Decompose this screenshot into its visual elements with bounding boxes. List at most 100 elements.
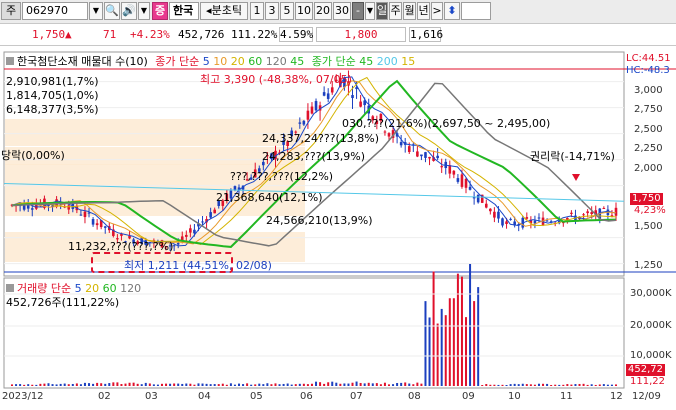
volume-bar xyxy=(246,383,249,386)
volume-bar xyxy=(387,384,390,386)
unit-day-button[interactable]: 일 xyxy=(376,2,388,20)
volume-bar xyxy=(351,382,354,386)
intraday-mode-button[interactable]: ◂분초틱 xyxy=(200,2,248,20)
volume-bar xyxy=(505,385,508,386)
scroll-updown-icon[interactable]: ⬍ xyxy=(444,2,460,20)
period-30-button[interactable]: 30 xyxy=(333,2,351,20)
unit-year-button[interactable]: 년 xyxy=(417,2,430,20)
volume-bar xyxy=(144,382,147,386)
candle-body xyxy=(505,221,508,224)
volume-profile-7: 21,368,640(12,1%) xyxy=(216,191,323,204)
volume-bar xyxy=(436,323,439,386)
volume-bar xyxy=(108,383,111,386)
unit-month-button[interactable]: 월 xyxy=(403,2,416,20)
volume-bar xyxy=(43,383,46,386)
candle-body xyxy=(314,101,318,111)
legend-title: 한국첨단소재 매물대 수(10) xyxy=(17,55,148,68)
period-3-button[interactable]: 3 xyxy=(265,2,279,20)
rights-label: 권리락(-14,71%) xyxy=(530,150,615,163)
period-20-button[interactable]: 20 xyxy=(314,2,332,20)
volume-bar xyxy=(189,383,192,386)
price-tick: 2,500 xyxy=(634,124,663,135)
volume-bar xyxy=(359,382,362,386)
volume-bar xyxy=(310,383,313,386)
volume-bar xyxy=(11,384,13,386)
volume-bar xyxy=(533,384,536,386)
volume-bar xyxy=(205,383,208,386)
volume-bar xyxy=(610,384,613,386)
unit-week-button[interactable]: 주 xyxy=(389,2,402,20)
chart-frame[interactable]: 한국첨단소재 매물대 수(10) 종가 단순 5 10 20 60 120 45… xyxy=(0,46,676,410)
unit-day-label: 일 xyxy=(377,4,388,17)
candle-body xyxy=(525,217,529,219)
candle-body xyxy=(326,93,330,99)
candle-body xyxy=(67,205,71,210)
volume-bar xyxy=(424,301,427,386)
candle-body xyxy=(590,212,593,215)
period-1-button[interactable]: 1 xyxy=(250,2,264,20)
volume-bar xyxy=(233,384,236,386)
volume-bar xyxy=(160,383,163,386)
speaker-icon[interactable]: 🔊 xyxy=(121,2,137,20)
candle-body xyxy=(91,219,95,225)
volume-bar xyxy=(128,382,131,386)
volume-bar xyxy=(590,384,593,386)
volume-bar xyxy=(67,384,70,386)
period-selected[interactable]: - xyxy=(352,2,364,20)
legend-ma200: 200 xyxy=(376,55,398,68)
volume-bar xyxy=(392,384,395,386)
stock-name-value: 한국 xyxy=(173,4,194,17)
candle-body xyxy=(537,217,541,219)
candle-body xyxy=(298,122,302,124)
candle-body xyxy=(436,155,439,159)
chart-canvas[interactable] xyxy=(0,46,676,410)
volume-profile-2: 1,814,705(1,0%) xyxy=(6,89,99,102)
volume-bar xyxy=(140,384,143,386)
period-10-button[interactable]: 10 xyxy=(295,2,313,20)
volume-profile-range: 030,???(21,6%)(2,697,50 ~ 2,495,00) xyxy=(342,117,551,130)
volume-bar xyxy=(169,383,172,386)
search-icon[interactable]: 🔍 xyxy=(104,2,120,20)
volume-tick: 20,000K xyxy=(630,320,672,331)
volume-bar xyxy=(570,384,573,386)
x-tick: 08 xyxy=(408,391,421,402)
speaker-dropdown-icon[interactable]: ▼ xyxy=(138,2,150,20)
volume-bar xyxy=(31,384,34,386)
volume-bar xyxy=(63,383,66,386)
candle-body xyxy=(460,174,464,187)
code-dropdown-icon[interactable]: ▼ xyxy=(89,2,103,20)
period-dropdown-icon[interactable]: ▼ xyxy=(365,2,375,20)
volume-bar xyxy=(550,384,553,386)
legend-ma5: 5 xyxy=(202,55,210,68)
period-selected-label: - xyxy=(356,4,360,17)
period-1-label: 1 xyxy=(253,4,261,17)
menu-button[interactable]: 주 xyxy=(1,2,21,20)
volume-bar xyxy=(148,383,151,386)
volume-bar xyxy=(473,301,476,386)
chevron-right-icon[interactable]: > xyxy=(431,2,443,20)
volume-bar xyxy=(185,383,188,386)
volume-bar xyxy=(400,382,403,386)
volume-bar xyxy=(71,383,74,386)
stock-badge-label: 증 xyxy=(154,4,166,17)
period-30-label: 30 xyxy=(335,4,349,17)
candle-body xyxy=(233,186,237,191)
x-tick: 2023/12 xyxy=(2,391,44,402)
stock-name[interactable]: 한국 xyxy=(169,2,199,20)
legend-ma10: 10 xyxy=(213,55,228,68)
stock-code-input[interactable]: 062970 xyxy=(22,2,88,20)
change-rate: +4.23% xyxy=(130,28,170,41)
volume-profile-1: 2,910,981(1,7%) xyxy=(6,75,99,88)
period-5-label: 5 xyxy=(283,4,291,17)
extra-input[interactable] xyxy=(461,2,491,20)
x-tick: 02 xyxy=(98,391,111,402)
volume-bar xyxy=(197,383,200,386)
unit-month-label: 월 xyxy=(404,4,415,17)
volume-bar xyxy=(306,384,309,386)
volume-bar xyxy=(165,383,168,386)
volume-bar xyxy=(19,384,22,386)
period-5-button[interactable]: 5 xyxy=(280,2,294,20)
candle-body xyxy=(351,95,354,99)
volume-bar xyxy=(477,287,480,386)
volume-bar xyxy=(132,382,135,386)
